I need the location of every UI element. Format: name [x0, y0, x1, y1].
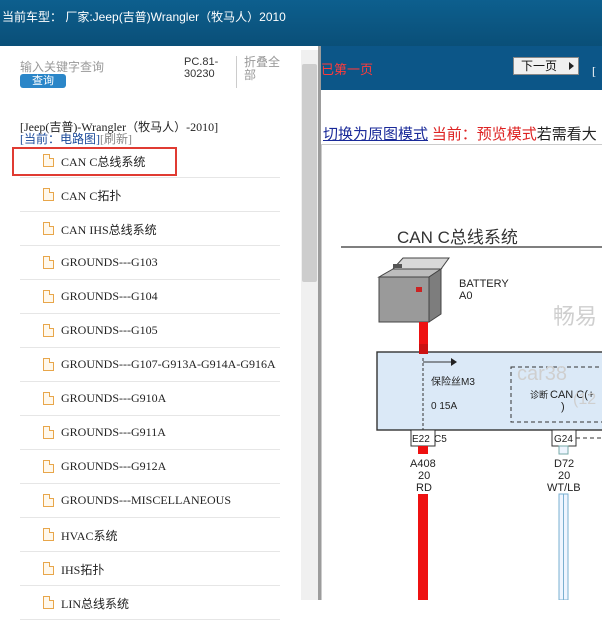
current-vehicle-title: 当前车型： 厂家:Jeep(吉普)Wrangler（牧马人）2010	[2, 10, 286, 24]
top-bar: 当前车型： 厂家:Jeep(吉普)Wrangler（牧马人）2010	[0, 0, 602, 46]
mode-line: 切换为原图模式 当前：预览模式若需看大	[323, 123, 597, 144]
document-icon	[43, 188, 54, 201]
tree-item-label: GROUNDS---G105	[61, 323, 158, 337]
tree-item-label: GROUNDS---G107-G913A-G914A-G916A	[61, 357, 276, 371]
left-panel: 查询 PC.81-30230 折叠全部 [Jeep(吉普)-Wrangler（牧…	[0, 46, 318, 620]
tree-item[interactable]: GROUNDS---G107-G913A-G914A-G916A	[20, 348, 280, 382]
document-icon	[43, 290, 54, 303]
tree-item[interactable]: GROUNDS---G104	[20, 280, 280, 314]
current-mode-text: 当前：预览模式	[431, 127, 537, 143]
tree-item-label: IHS拓扑	[61, 563, 105, 577]
tree-item[interactable]: GROUNDS---G103	[20, 246, 280, 280]
tree-item[interactable]: CAN IHS总线系统	[20, 212, 280, 246]
diagram-frame	[321, 144, 602, 600]
document-icon	[43, 562, 54, 575]
document-icon	[43, 392, 54, 405]
tree-item-label: CAN IHS总线系统	[61, 223, 157, 237]
toolbar-bracket: [	[592, 64, 596, 78]
collapse-all-link[interactable]: 折叠全部	[244, 56, 289, 82]
first-page-text: 已第一页	[321, 62, 374, 77]
switch-original-link[interactable]: 切换为原图模式	[323, 127, 428, 143]
tree-item-label: GROUNDS---G912A	[61, 459, 167, 473]
document-icon	[43, 494, 54, 507]
play-arrow-icon	[569, 62, 574, 70]
circuit-tree: CAN C总线系统 CAN C拓扑 CAN IHS总线系统 GROUNDS---G10…	[20, 144, 280, 620]
tree-item-label: HVAC系统	[61, 529, 118, 543]
scrollbar-thumb[interactable]	[302, 64, 317, 282]
selection-highlight	[12, 147, 177, 176]
document-icon	[43, 596, 54, 609]
next-page-label: 下一页	[521, 59, 558, 73]
tree-item[interactable]: HVAC系统	[20, 518, 280, 552]
tree-item[interactable]: LIN总线系统	[20, 586, 280, 620]
hint-text: 若需看大	[536, 127, 597, 143]
tree-item-label: GROUNDS---G103	[61, 255, 158, 269]
tree-item-label: CAN C拓扑	[61, 189, 122, 203]
next-page-button[interactable]: 下一页	[513, 57, 579, 75]
header-divider	[236, 56, 237, 88]
document-icon	[43, 222, 54, 235]
document-icon	[43, 324, 54, 337]
search-input[interactable]	[20, 59, 170, 75]
document-icon	[43, 358, 54, 371]
document-icon	[43, 426, 54, 439]
tree-item[interactable]: GROUNDS---G105	[20, 314, 280, 348]
tree-item-label: GROUNDS---G104	[61, 289, 158, 303]
search-button[interactable]: 查询	[20, 74, 66, 88]
document-icon	[43, 256, 54, 269]
tree-item[interactable]: GROUNDS---G912A	[20, 450, 280, 484]
tree-item[interactable]: GROUNDS---MISCELLANEOUS	[20, 484, 280, 518]
wiring-diagram[interactable]: CAN C总线系统 BATTERY A0 保险丝M3 0 15A 诊断 CAN …	[321, 144, 602, 601]
tree-item[interactable]: GROUNDS---G911A	[20, 416, 280, 450]
tree-item[interactable]: IHS拓扑	[20, 552, 280, 586]
pc-code: PC.81-30230	[184, 56, 219, 80]
tree-item-label: GROUNDS---G910A	[61, 391, 167, 405]
tree-item-label: GROUNDS---MISCELLANEOUS	[61, 493, 231, 507]
document-icon	[43, 528, 54, 541]
tree-item-label: GROUNDS---G911A	[61, 425, 166, 439]
tree-item-label: LIN总线系统	[61, 597, 129, 611]
document-icon	[43, 460, 54, 473]
tree-item[interactable]: GROUNDS---G910A	[20, 382, 280, 416]
tree-item[interactable]: CAN C拓扑	[20, 178, 280, 212]
